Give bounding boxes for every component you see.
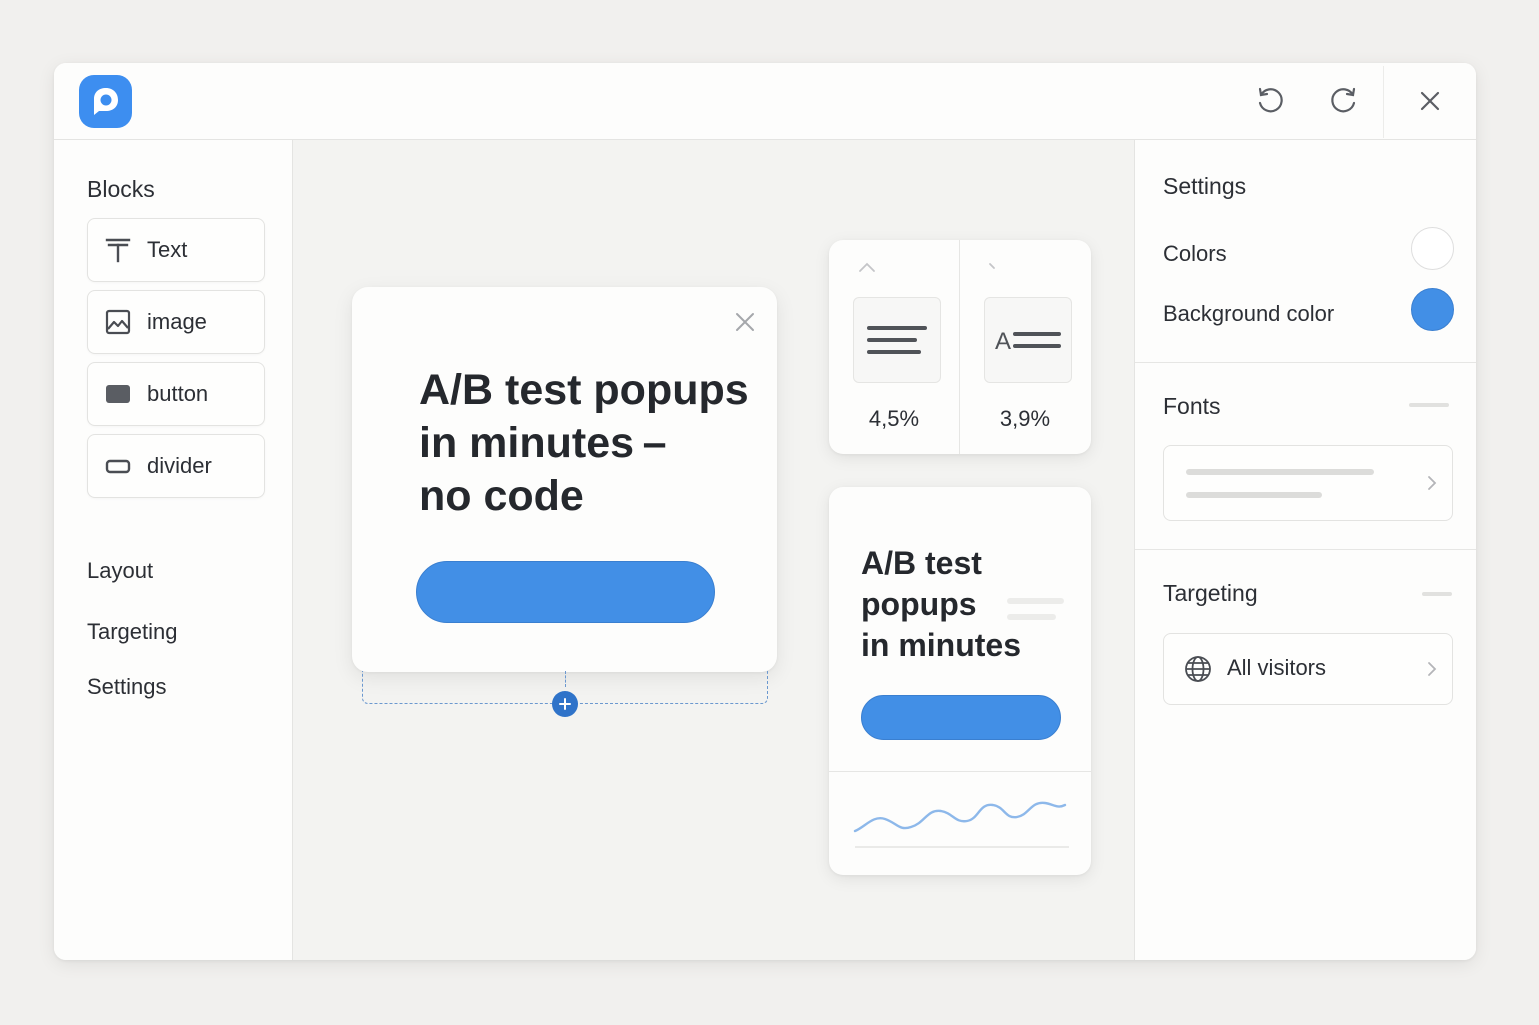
panel-separator: [1135, 362, 1476, 363]
popup-headline-line: in minutes –: [419, 419, 667, 467]
fonts-collapse-toggle[interactable]: [1409, 403, 1449, 407]
text-icon: [105, 237, 131, 263]
chevron-right-icon: [1426, 661, 1438, 677]
background-color-swatch[interactable]: [1411, 288, 1454, 331]
close-icon[interactable]: [1412, 83, 1448, 119]
block-button-button[interactable]: button: [87, 362, 265, 426]
nav-layout[interactable]: Layout: [87, 558, 153, 584]
popup-cta-button[interactable]: [416, 561, 715, 623]
popup-headline-line: A/B test popups: [419, 366, 749, 414]
block-text-label: Text: [147, 237, 188, 262]
font-select[interactable]: [1163, 445, 1453, 521]
colors-swatch[interactable]: [1411, 227, 1454, 270]
variant-a-rate: 4,5%: [868, 406, 920, 431]
block-button-label: button: [147, 381, 209, 406]
block-divider-label: divider: [147, 453, 212, 478]
blocks-title: Blocks: [87, 176, 155, 202]
chevron-right-icon: [1426, 475, 1438, 491]
left-sidebar: Blocks Text image button divider Layout …: [54, 140, 293, 960]
ab-variants-card: 4,5% A 3,9%: [829, 240, 1091, 454]
variant-b-rate: 3,9%: [999, 406, 1051, 431]
placeholder-lines: [1007, 597, 1067, 632]
settings-panel: Settings Colors Background color Fonts T…: [1134, 140, 1476, 960]
nav-targeting[interactable]: Targeting: [87, 619, 178, 645]
popup-preview[interactable]: A/B test popups in minutes – no code: [352, 287, 777, 672]
preview-separator: [829, 771, 1091, 772]
editor-canvas: A/B test popups in minutes – no code 4,5…: [293, 140, 1134, 960]
variant-b[interactable]: A 3,9%: [960, 240, 1090, 454]
button-icon: [105, 381, 131, 407]
preview-headline-line: A/B test: [861, 545, 982, 581]
panel-separator: [1135, 549, 1476, 550]
text-align-icon: A: [984, 297, 1072, 383]
block-text-button[interactable]: Text: [87, 218, 265, 282]
undo-icon[interactable]: [1252, 83, 1288, 119]
nav-settings[interactable]: Settings: [87, 674, 167, 700]
targeting-title: Targeting: [1163, 580, 1258, 606]
variant-a[interactable]: 4,5%: [829, 240, 959, 454]
targeting-select[interactable]: All visitors: [1163, 633, 1453, 705]
popup-headline-line: no code: [419, 472, 584, 520]
redo-icon[interactable]: [1326, 83, 1362, 119]
colors-label: Colors: [1163, 241, 1227, 266]
block-divider-button[interactable]: divider: [87, 434, 265, 498]
top-bar: [54, 63, 1476, 140]
mobile-preview-card[interactable]: A/B test popups in minutes: [829, 487, 1091, 875]
sparkline-chart: [853, 789, 1073, 854]
popup-headline[interactable]: A/B test popups in minutes – no code: [419, 364, 759, 523]
globe-icon: [1184, 655, 1212, 683]
add-block-button[interactable]: [552, 691, 578, 717]
chevron-up-icon: [857, 260, 877, 274]
chevron-icon: [986, 260, 1006, 274]
background-color-label: Background color: [1163, 301, 1335, 326]
fonts-title: Fonts: [1163, 393, 1221, 419]
targeting-collapse-toggle[interactable]: [1422, 592, 1452, 596]
block-image-label: image: [147, 309, 207, 334]
divider-icon: [105, 453, 131, 479]
speech-bubble-logo-icon: [79, 75, 132, 128]
drop-zone-connector: [565, 671, 566, 687]
popup-close-icon[interactable]: [732, 309, 758, 335]
align-left-icon: [853, 297, 941, 383]
svg-text:A: A: [995, 328, 1011, 355]
targeting-value: All visitors: [1227, 655, 1327, 680]
block-image-button[interactable]: image: [87, 290, 265, 354]
settings-title: Settings: [1163, 173, 1247, 199]
preview-cta-button[interactable]: [861, 695, 1061, 740]
toolbar-separator: [1383, 66, 1384, 138]
image-icon: [105, 309, 131, 335]
editor-window: Blocks Text image button divider Layout …: [54, 63, 1476, 960]
